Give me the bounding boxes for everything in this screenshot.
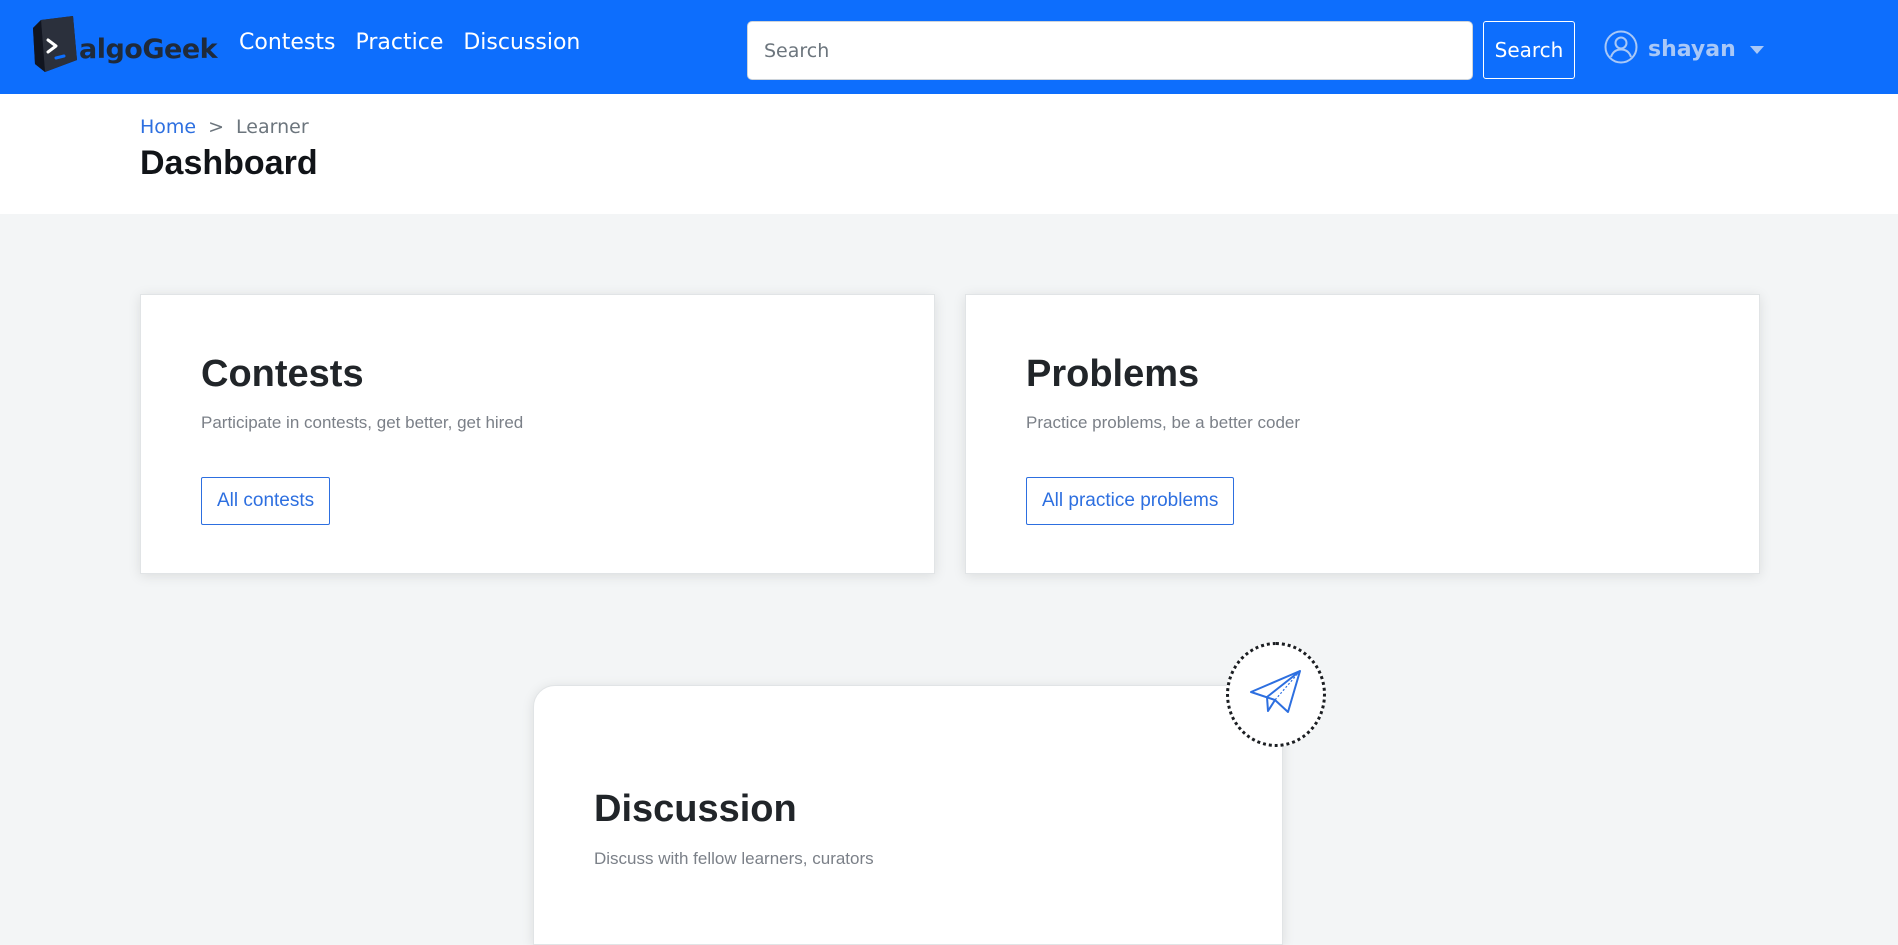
brand-name: algoGeek — [79, 33, 218, 65]
breadcrumb-home-link[interactable]: Home — [140, 116, 196, 138]
paper-plane-icon — [1248, 668, 1304, 721]
caret-down-icon — [1749, 45, 1764, 54]
contests-card: Contests Participate in contests, get be… — [140, 294, 935, 574]
nav-link-practice[interactable]: Practice — [355, 30, 443, 55]
discussion-card-title: Discussion — [594, 788, 797, 830]
all-practice-problems-button[interactable]: All practice problems — [1026, 477, 1235, 525]
all-contests-button[interactable]: All contests — [201, 477, 331, 525]
search-button[interactable]: Search — [1483, 21, 1575, 79]
breadcrumb-current: Learner — [236, 116, 309, 138]
brand-link[interactable]: algoGeek — [33, 16, 218, 74]
problems-card: Problems Practice problems, be a better … — [965, 294, 1760, 574]
breadcrumb-separator: > — [208, 116, 225, 138]
problems-card-title: Problems — [1026, 353, 1200, 395]
nav-links: Contests Practice Discussion — [239, 30, 580, 55]
problems-card-text: Practice problems, be a better coder — [1026, 413, 1301, 432]
nav-link-contests[interactable]: Contests — [239, 30, 335, 55]
terminal-logo-icon — [33, 16, 77, 74]
user-circle-icon — [1604, 30, 1638, 69]
discussion-card-text: Discuss with fellow learners, curators — [594, 849, 874, 868]
nav-link-discussion[interactable]: Discussion — [463, 30, 580, 55]
breadcrumb: Home > Learner — [140, 116, 309, 138]
user-menu-dropdown[interactable]: shayan — [1604, 30, 1764, 69]
contests-card-title: Contests — [201, 353, 364, 395]
page-header: Home > Learner Dashboard — [0, 94, 1898, 214]
page-title: Dashboard — [140, 144, 318, 182]
paper-plane-badge — [1226, 642, 1326, 747]
navbar: algoGeek Contests Practice Discussion Se… — [0, 0, 1898, 94]
contests-card-text: Participate in contests, get better, get… — [201, 413, 524, 432]
discussion-card: Discussion Discuss with fellow learners,… — [533, 685, 1283, 945]
user-name: shayan — [1648, 37, 1736, 62]
search-input[interactable] — [747, 21, 1473, 80]
